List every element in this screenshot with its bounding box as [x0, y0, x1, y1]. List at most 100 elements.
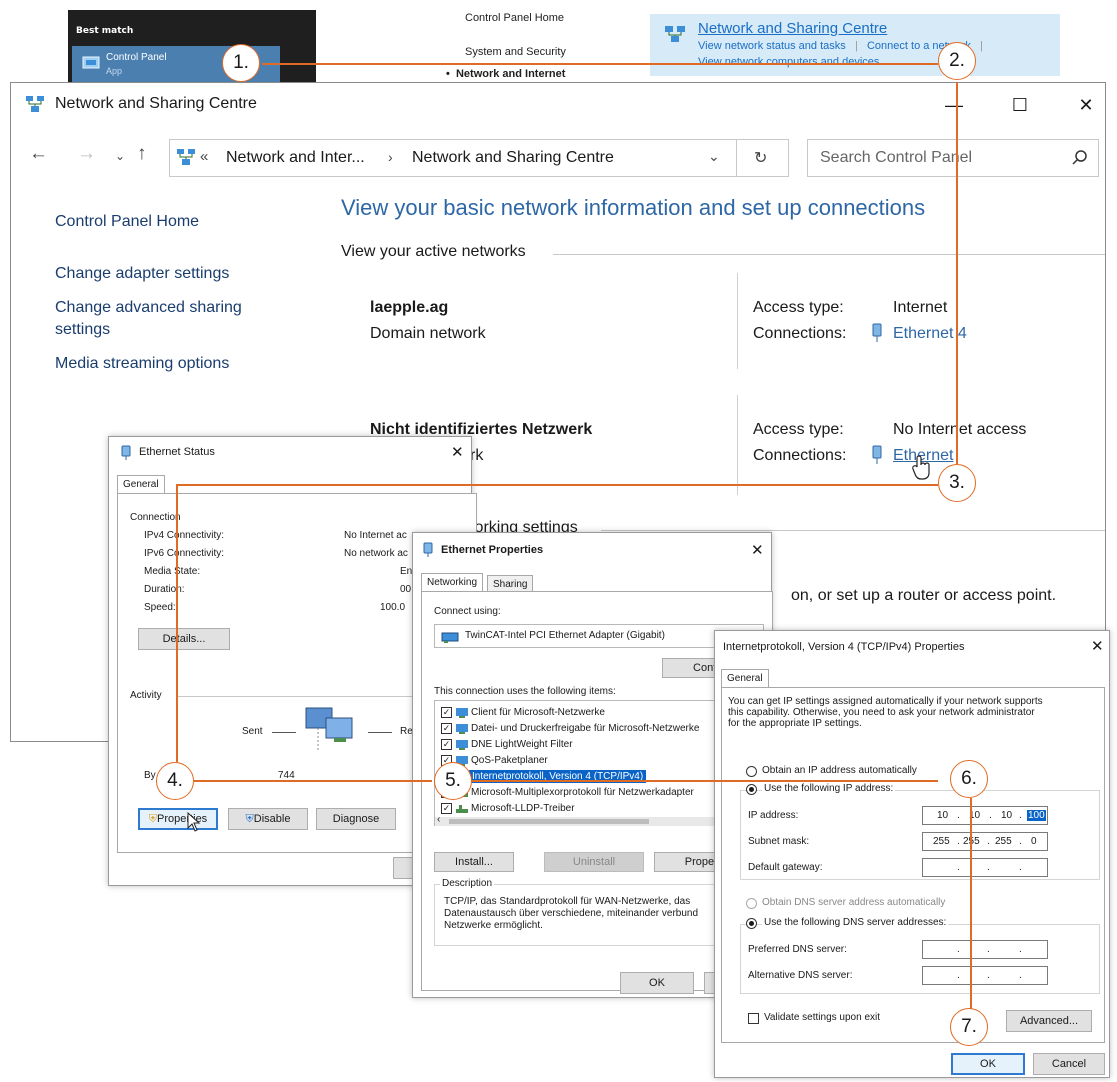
maximize-button[interactable]: ☐: [997, 89, 1043, 121]
breadcrumb-current[interactable]: Network and Sharing Centre: [412, 149, 614, 167]
step-marker-4: 4.: [156, 762, 194, 800]
chevron-left-double-icon[interactable]: «: [200, 148, 208, 165]
radio-use-dns[interactable]: [746, 918, 757, 929]
ethernet-status-close-icon[interactable]: ✕: [451, 443, 464, 461]
subnet-octet-1: 255: [933, 836, 950, 847]
item-label: Client für Microsoft-Netzwerke: [471, 707, 605, 718]
scrollbar-thumb[interactable]: [449, 819, 649, 824]
checkbox[interactable]: ✓: [441, 723, 452, 734]
connector-2-3: [956, 82, 958, 466]
auto-dns-label[interactable]: Obtain DNS server address automatically: [762, 897, 945, 908]
sent-label: Sent: [242, 726, 263, 737]
network2-connections-label: Connections:: [753, 447, 847, 464]
ipv4-cancel-button[interactable]: Cancel: [1033, 1053, 1105, 1075]
ipv4-close-icon[interactable]: ✕: [1091, 637, 1104, 655]
network1-name: laepple.ag: [370, 299, 449, 316]
validate-checkbox[interactable]: [748, 1013, 759, 1024]
auto-ip-label[interactable]: Obtain an IP address automatically: [762, 765, 917, 776]
use-ip-label[interactable]: Use the following IP address:: [762, 783, 896, 794]
control-panel-icon: [82, 56, 100, 75]
system-security-link[interactable]: System and Security: [465, 46, 566, 58]
network2-access-label: Access type:: [753, 421, 844, 438]
recent-dropdown-icon[interactable]: ⌄: [115, 149, 125, 163]
tab-ipv4-general[interactable]: General: [721, 669, 769, 687]
details-button[interactable]: Details...: [138, 628, 230, 650]
breadcrumb-network-internet[interactable]: Network and Inter...: [226, 149, 365, 167]
checkbox[interactable]: ✓: [441, 803, 452, 814]
step-marker-2: 2.: [938, 42, 976, 80]
scroll-left-icon[interactable]: ‹: [437, 814, 440, 825]
connector-4-5: [194, 780, 432, 782]
diagnose-button[interactable]: Diagnose: [316, 808, 396, 830]
tab-networking[interactable]: Networking: [421, 573, 484, 591]
media-state-value: En: [400, 566, 413, 577]
nsc-category-tile[interactable]: Network and Sharing Centre View network …: [650, 14, 1060, 76]
checkbox[interactable]: ✓: [441, 707, 452, 718]
connect-using-label: Connect using:: [434, 606, 501, 617]
tab-general[interactable]: General: [117, 475, 165, 493]
ipv4-label: IPv4 Connectivity:: [144, 530, 225, 541]
best-match-label: Best match: [76, 26, 134, 36]
validate-label[interactable]: Validate settings upon exit: [764, 1012, 880, 1023]
shield-icon: ⛨: [148, 813, 158, 825]
preferred-dns-field[interactable]: ...: [922, 940, 1048, 959]
ethernet-properties-close-icon[interactable]: ✕: [751, 541, 764, 559]
section-divider: [553, 254, 1105, 255]
sent-line: [272, 732, 296, 733]
address-network-icon: [176, 148, 196, 171]
item-label: Microsoft-LLDP-Treiber: [471, 803, 575, 814]
ipv4-ok-button[interactable]: OK: [951, 1053, 1025, 1075]
uninstall-button[interactable]: Uninstall: [544, 852, 644, 872]
chevron-down-icon[interactable]: ⌄: [708, 148, 720, 165]
address-divider: [736, 140, 737, 176]
ethernet-icon: [871, 445, 883, 470]
ip-address-field[interactable]: 10 . 10 . 10 . 100: [922, 806, 1048, 825]
bytes-label-partial: By: [144, 770, 156, 781]
forward-arrow-icon[interactable]: →: [77, 143, 96, 165]
checkbox[interactable]: ✓: [441, 739, 452, 750]
gateway-field[interactable]: ...: [922, 858, 1048, 877]
radio-use-ip[interactable]: [746, 784, 757, 795]
address-bar[interactable]: « Network and Inter... › Network and Sha…: [169, 139, 789, 177]
ipv4-general-panel: You can get IP settings assigned automat…: [721, 687, 1105, 1043]
intro-line1: You can get IP settings assigned automat…: [728, 696, 1043, 707]
navigation-bar: ← → ⌄ ↑ « Network and Inter... › Network…: [11, 137, 1105, 177]
step-marker-1: 1.: [222, 44, 260, 82]
sidebar-advanced-sharing-line2[interactable]: settings: [55, 319, 110, 341]
setup-router-partial: on, or set up a router or access point.: [791, 587, 1057, 604]
back-arrow-icon[interactable]: ←: [29, 143, 48, 165]
sidebar-control-panel-home[interactable]: Control Panel Home: [55, 211, 199, 233]
radio-auto-ip[interactable]: [746, 766, 757, 777]
subnet-field[interactable]: 255 . 255 . 255 . 0: [922, 832, 1048, 851]
close-button[interactable]: ✕: [1063, 89, 1109, 121]
radio-auto-dns[interactable]: [746, 898, 757, 909]
minimize-button[interactable]: —: [931, 89, 977, 121]
up-arrow-icon[interactable]: ↑: [137, 143, 147, 165]
refresh-icon[interactable]: ↻: [754, 148, 767, 168]
status-properties-button[interactable]: ⛨Properties: [138, 808, 218, 830]
sidebar-media-streaming[interactable]: Media streaming options: [55, 353, 229, 375]
sidebar-change-adapter[interactable]: Change adapter settings: [55, 263, 229, 285]
ip-octet-4: 100: [1027, 810, 1046, 821]
intro-line3: for the appropriate IP settings.: [728, 718, 862, 729]
disable-button[interactable]: ⛨Disable: [228, 808, 308, 830]
install-button[interactable]: Install...: [434, 852, 514, 872]
description-label: Description: [440, 878, 495, 889]
nsc-top-title-link[interactable]: Network and Sharing Centre: [698, 20, 887, 37]
properties-ok-button[interactable]: OK: [620, 972, 694, 994]
view-status-link[interactable]: View network status and tasks: [698, 40, 846, 52]
cp-home-link[interactable]: Control Panel Home: [465, 12, 564, 24]
sidebar-advanced-sharing[interactable]: Change advanced sharing: [55, 297, 242, 319]
page-title: View your basic network information and …: [341, 195, 926, 220]
view-devices-link[interactable]: View network computers and devices: [698, 56, 879, 68]
network-adapter-icon: [441, 630, 459, 648]
network1-access-value: Internet: [893, 299, 948, 316]
items-label: This connection uses the following items…: [434, 686, 616, 697]
step-marker-5: 5.: [434, 762, 472, 800]
alternative-dns-field[interactable]: ...: [922, 966, 1048, 985]
advanced-button[interactable]: Advanced...: [1006, 1010, 1092, 1032]
search-input[interactable]: Search Control Panel: [807, 139, 1099, 177]
window-network-icon: [25, 95, 45, 118]
ethernet-properties-icon: [423, 542, 433, 563]
use-dns-label[interactable]: Use the following DNS server addresses:: [762, 917, 949, 928]
